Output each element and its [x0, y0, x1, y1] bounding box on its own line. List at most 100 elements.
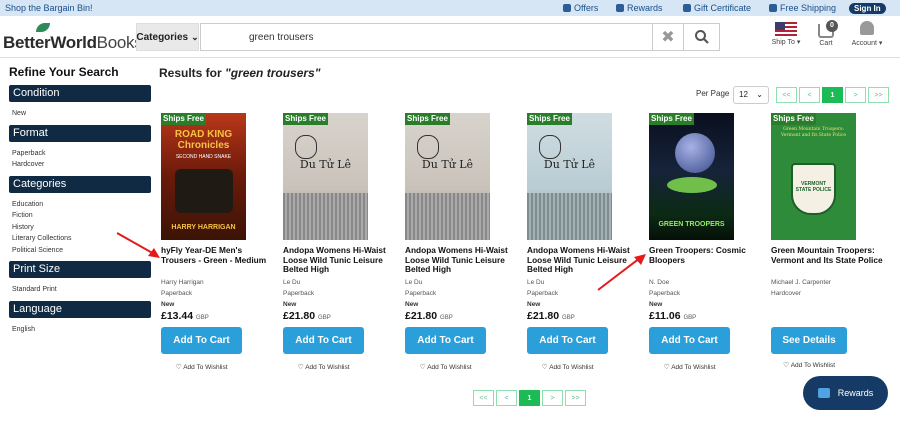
facet-item[interactable]: Standard Print — [12, 284, 148, 296]
search-input[interactable] — [200, 23, 652, 51]
add-to-wishlist-link[interactable]: ♡ Add To Wishlist — [405, 363, 486, 371]
add-to-wishlist-link[interactable]: ♡ Add To Wishlist — [771, 361, 847, 369]
page-last-button[interactable]: >> — [868, 87, 889, 103]
add-to-wishlist-link[interactable]: ♡ Add To Wishlist — [283, 363, 364, 371]
facet-item[interactable]: Hardcover — [12, 159, 148, 171]
book-cover[interactable]: ROAD KING Chronicles SECOND HAND SNAKE H… — [161, 113, 246, 240]
price-value: £11.06 — [649, 310, 681, 322]
page-first-button[interactable]: << — [776, 87, 797, 103]
cover-pattern — [527, 193, 612, 240]
price-currency: GBP — [683, 315, 697, 321]
site-logo[interactable]: BetterWorldBooks® — [3, 33, 147, 53]
cover-art — [175, 169, 233, 213]
product-price: £21.80 GBP — [283, 310, 331, 322]
gift-icon — [683, 4, 691, 12]
see-details-button[interactable]: See Details — [771, 327, 847, 354]
add-to-wishlist-link[interactable]: ♡ Add To Wishlist — [161, 363, 242, 371]
cover-title: ROAD KING Chronicles — [174, 129, 233, 151]
product-format: Hardcover — [771, 290, 801, 297]
facet-item[interactable]: Education — [12, 199, 148, 211]
free-shipping-link[interactable]: Free Shipping — [769, 3, 836, 13]
heart-icon: ♡ — [541, 364, 548, 371]
price-currency: GBP — [562, 315, 575, 321]
facet-item[interactable]: New — [12, 108, 148, 120]
sign-in-button[interactable]: Sign In — [849, 3, 886, 14]
add-to-cart-button[interactable]: Add To Cart — [283, 327, 364, 354]
wishlist-label: Add To Wishlist — [671, 364, 716, 371]
rewards-floating-button[interactable]: Rewards — [803, 376, 888, 410]
product-title[interactable]: Green Troopers: Cosmic Bloopers — [649, 245, 764, 265]
product-author[interactable]: Harry Harrigan — [161, 279, 204, 286]
card-icon — [616, 4, 624, 12]
facet-format-header[interactable]: Format — [9, 124, 151, 142]
page-next-button[interactable]: > — [845, 87, 866, 103]
add-to-cart-button[interactable]: Add To Cart — [161, 327, 242, 354]
add-to-cart-button[interactable]: Add To Cart — [527, 327, 608, 354]
page-prev-button[interactable]: < — [799, 87, 820, 103]
product-author[interactable]: Le Du — [527, 279, 544, 286]
logo-main: BetterWorld — [3, 33, 97, 52]
per-page-select[interactable]: 12 ⌄ — [733, 86, 769, 104]
cover-badge: VERMONT STATE POLICE — [791, 163, 836, 215]
book-cover[interactable]: Du Tử Lê — [527, 113, 612, 240]
facet-item[interactable]: Fiction — [12, 210, 148, 222]
page-1-button[interactable]: 1 — [519, 390, 540, 406]
cover-art — [417, 135, 439, 159]
add-to-cart-button[interactable]: Add To Cart — [405, 327, 486, 354]
wishlist-label: Add To Wishlist — [183, 364, 228, 371]
facet-language-header[interactable]: Language — [9, 300, 151, 318]
cart-count-badge: 0 — [826, 20, 838, 32]
product-author[interactable]: Michael J. Carpenter — [771, 279, 831, 286]
product-format: Paperback — [649, 290, 681, 297]
book-cover[interactable]: Du Tử Lê — [405, 113, 490, 240]
facet-condition-header[interactable]: Condition — [9, 85, 151, 102]
offers-link[interactable]: Offers — [563, 3, 598, 13]
page-1-button[interactable]: 1 — [822, 87, 843, 103]
ships-free-badge: Ships Free — [283, 113, 328, 125]
search-button[interactable] — [684, 23, 720, 51]
price-value: £21.80 — [283, 310, 316, 322]
product-condition: New — [283, 301, 297, 308]
ships-free-badge: Ships Free — [527, 113, 572, 125]
add-to-wishlist-link[interactable]: ♡ Add To Wishlist — [649, 363, 730, 371]
cover-pattern — [405, 193, 490, 240]
page-next-button[interactable]: > — [542, 390, 563, 406]
book-cover[interactable]: GREEN TROOPERS — [649, 113, 734, 240]
logo-leaf-icon — [36, 23, 50, 32]
book-cover[interactable]: Green Mountain Troopers: Vermont and Its… — [771, 113, 856, 240]
cart-button[interactable]: 0 Cart — [814, 20, 838, 47]
account-menu[interactable]: Account ▾ — [850, 21, 884, 47]
categories-dropdown[interactable]: Categories ⌄ — [136, 23, 199, 51]
facet-print-size-header[interactable]: Print Size — [9, 261, 151, 278]
product-title[interactable]: Andopa Womens Hi-Waist Loose Wild Tunic … — [283, 245, 398, 275]
add-to-wishlist-link[interactable]: ♡ Add To Wishlist — [527, 363, 608, 371]
cover-ufo — [667, 177, 717, 193]
ship-to-selector[interactable]: Ship To ▾ — [770, 22, 802, 46]
clear-search-button[interactable]: ✖ — [652, 23, 684, 51]
wishlist-label: Add To Wishlist — [549, 364, 594, 371]
price-value: £21.80 — [527, 310, 560, 322]
product-title[interactable]: hyFly Year-DE Men's Trousers - Green - M… — [161, 245, 276, 265]
bargain-bin-link[interactable]: Shop the Bargain Bin! — [5, 3, 93, 13]
gift-certificate-link[interactable]: Gift Certificate — [683, 3, 751, 13]
red-arrow-annotation — [116, 232, 160, 258]
product-title[interactable]: Andopa Womens Hi-Waist Loose Wild Tunic … — [405, 245, 520, 275]
add-to-cart-button[interactable]: Add To Cart — [649, 327, 730, 354]
rewards-link[interactable]: Rewards — [616, 3, 663, 13]
facet-item[interactable]: English — [12, 324, 148, 336]
price-value: £21.80 — [405, 310, 438, 322]
facet-item[interactable]: Paperback — [12, 148, 148, 160]
facet-categories-header[interactable]: Categories — [9, 175, 151, 193]
per-page-value: 12 — [739, 90, 748, 99]
product-author[interactable]: N. Doe — [649, 279, 669, 286]
page-first-button[interactable]: << — [473, 390, 494, 406]
product-author[interactable]: Le Du — [405, 279, 422, 286]
cover-art — [539, 135, 561, 159]
page-prev-button[interactable]: < — [496, 390, 517, 406]
page-last-button[interactable]: >> — [565, 390, 586, 406]
book-cover[interactable]: Du Tử Lê — [283, 113, 368, 240]
product-price: £21.80 GBP — [405, 310, 453, 322]
heart-icon: ♡ — [782, 362, 790, 369]
product-author[interactable]: Le Du — [283, 279, 300, 286]
product-title[interactable]: Green Mountain Troopers: Vermont and Its… — [771, 245, 886, 265]
